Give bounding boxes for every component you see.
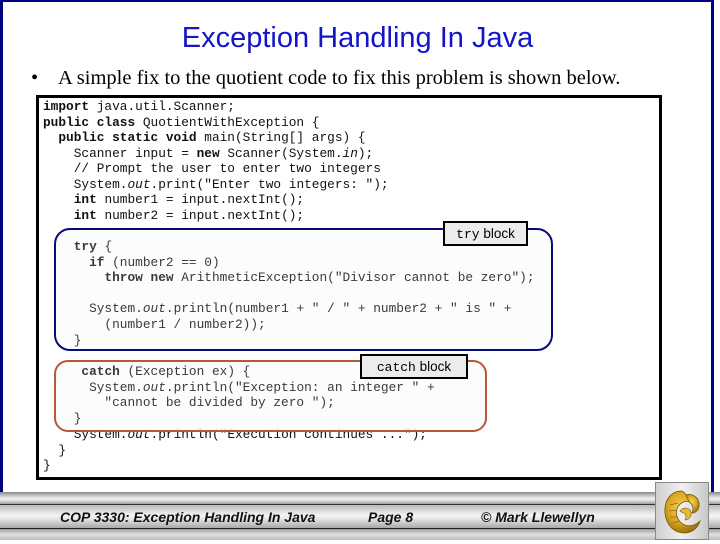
code-static-field: out	[142, 379, 166, 395]
code-text: }	[43, 410, 82, 426]
code-line: System.out.println(number1 + " / " + num…	[43, 301, 511, 317]
code-text: .println(number1 + " / " + number2 + " i…	[165, 301, 512, 317]
code-text: number1 = input.nextInt();	[96, 192, 305, 207]
code-text: }	[43, 332, 82, 348]
code-line: System.out.println("Exception: an intege…	[43, 380, 435, 396]
code-static-field: out	[142, 301, 166, 317]
code-text: .println("Exception: an integer " +	[165, 379, 435, 395]
code-text: main(String[] args) {	[196, 130, 366, 145]
try-callout-text: block	[483, 226, 515, 241]
code-keyword: int	[73, 192, 97, 207]
code-text: );	[357, 145, 374, 161]
code-line: catch (Exception ex) {	[43, 364, 250, 380]
code-static-field: out	[127, 176, 151, 192]
bullet-text: A simple fix to the quotient code to fix…	[58, 67, 621, 89]
code-text: System.	[43, 176, 128, 192]
code-line: try {	[43, 239, 112, 255]
code-line: public class QuotientWithException {	[43, 115, 319, 131]
code-text: Scanner input =	[43, 145, 197, 161]
code-line: "cannot be divided by zero ");	[43, 395, 335, 411]
code-keyword: new	[196, 145, 220, 161]
footer-course-title: COP 3330: Exception Handling In Java	[60, 509, 316, 525]
bullet-item: • A simple fix to the quotient code to fi…	[31, 67, 620, 90]
footer-top-band	[0, 492, 720, 505]
code-text: System.	[43, 301, 143, 317]
catch-block-callout: catch block	[360, 354, 468, 379]
slide-footer: COP 3330: Exception Handling In Java Pag…	[0, 492, 720, 540]
footer-copyright: © Mark Llewellyn	[481, 509, 595, 525]
slide-title: Exception Handling In Java	[181, 22, 534, 54]
code-text: (number1 / number2));	[43, 317, 266, 332]
code-text: .print("Enter two integers: ");	[150, 176, 389, 192]
code-text: {	[96, 239, 113, 254]
code-static-field: in	[342, 145, 358, 161]
code-text: // Prompt the user to enter two integers	[43, 161, 381, 176]
code-line: public static void main(String[] args) {	[43, 130, 366, 146]
code-keyword: if	[89, 254, 105, 270]
code-text: ArithmeticException("Divisor cannot be z…	[173, 270, 535, 286]
code-keyword: int	[73, 207, 97, 223]
code-keyword: try	[73, 239, 97, 254]
code-text: java.util.Scanner;	[89, 99, 235, 114]
code-line: }	[43, 443, 66, 459]
code-line: import java.util.Scanner;	[43, 99, 235, 115]
code-line: (number1 / number2));	[43, 317, 266, 333]
code-line: if (number2 == 0)	[43, 255, 220, 271]
catch-callout-keyword: catch	[376, 360, 416, 375]
footer-bottom-band	[0, 529, 720, 540]
code-text: "cannot be divided by zero ");	[43, 395, 335, 411]
code-line: // Prompt the user to enter two integers	[43, 161, 381, 177]
code-text: number2 = input.nextInt();	[96, 207, 305, 223]
code-line: Scanner input = new Scanner(System.in);	[43, 145, 374, 162]
code-text: QuotientWithException {	[135, 114, 320, 130]
code-line: int number2 = input.nextInt();	[43, 208, 304, 224]
code-text: Scanner(System.	[219, 145, 343, 161]
slide: Exception Handling In Java • A simple fix…	[0, 0, 720, 540]
footer-page-number: Page 8	[368, 509, 414, 525]
code-text: }	[43, 458, 51, 473]
code-keyword: import	[43, 99, 90, 114]
pegasus-logo-icon	[664, 490, 701, 534]
code-keyword: public static void	[58, 130, 197, 145]
code-line: }	[43, 332, 82, 349]
code-keyword: throw new	[104, 270, 174, 286]
code-keyword: public class	[43, 114, 136, 130]
try-callout-keyword: try	[456, 227, 480, 242]
catch-callout-text: block	[419, 359, 452, 374]
code-text: System.	[43, 379, 143, 395]
code-keyword: catch	[81, 364, 120, 379]
code-text: (Exception ex) {	[119, 364, 251, 379]
try-block-callout: try block	[443, 221, 528, 246]
code-line: System.out.print("Enter two integers: ")…	[43, 177, 389, 193]
code-line: throw new ArithmeticException("Divisor c…	[43, 270, 535, 286]
code-text: }	[43, 442, 67, 458]
code-line: }	[43, 410, 82, 427]
code-text: (number2 == 0)	[104, 254, 220, 270]
university-logo	[655, 482, 709, 540]
bullet-icon: •	[31, 67, 39, 89]
code-line: }	[43, 458, 51, 474]
code-line: int number1 = input.nextInt();	[43, 192, 304, 208]
